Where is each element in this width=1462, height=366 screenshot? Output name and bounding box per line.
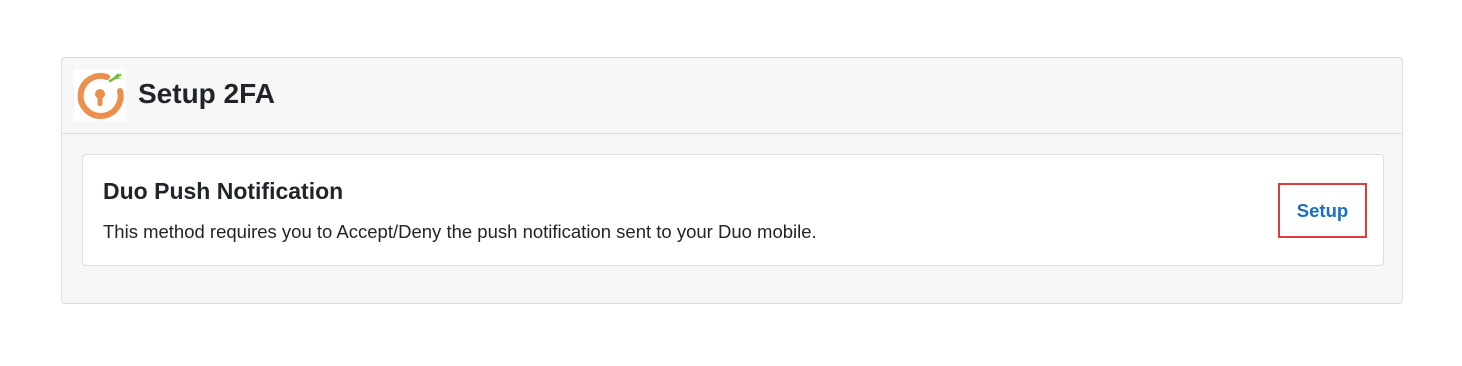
setup-button[interactable]: Setup (1278, 183, 1367, 238)
setup-2fa-panel: Setup 2FA Duo Push Notification This met… (61, 57, 1403, 304)
method-title: Duo Push Notification (103, 178, 344, 204)
method-description: This method requires you to Accept/Deny … (103, 221, 817, 242)
page-title: Setup 2FA (138, 78, 275, 109)
panel-header: Setup 2FA (62, 58, 1402, 134)
lock-logo-icon (74, 69, 126, 121)
duo-push-method-card: Duo Push Notification This method requir… (82, 154, 1384, 266)
